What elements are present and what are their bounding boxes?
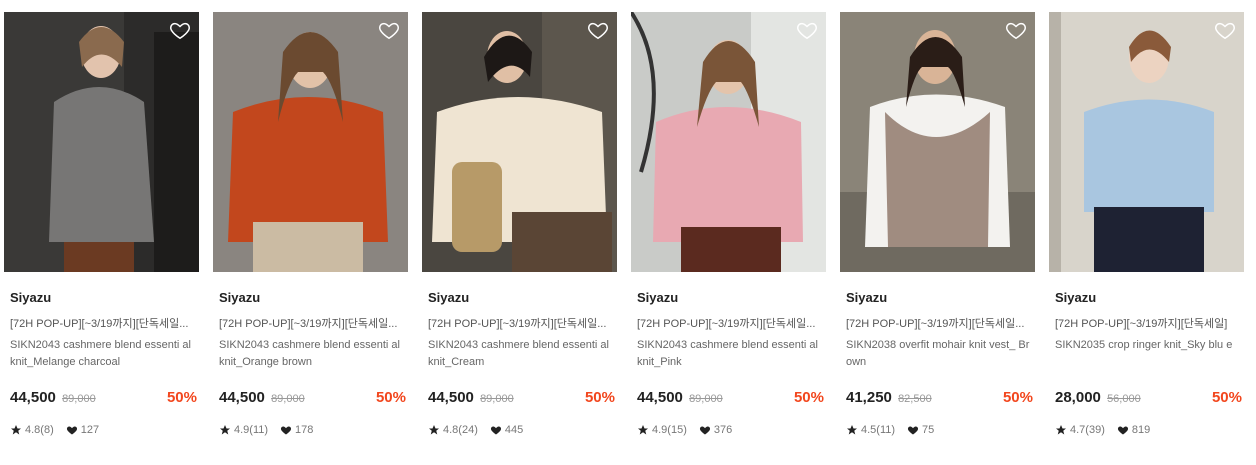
- heart-icon: [699, 424, 711, 436]
- like-count: 376: [713, 424, 733, 436]
- like-count: 75: [922, 424, 935, 436]
- brand-name[interactable]: Siyazu: [428, 290, 469, 305]
- original-price: 89,000: [689, 393, 723, 405]
- product-image[interactable]: [422, 12, 617, 272]
- product-description[interactable]: SIKN2043 cashmere blend essenti al knit_…: [637, 337, 825, 371]
- sale-price: 41,250: [846, 389, 892, 406]
- product-meta: 4.8(8) 127: [10, 424, 99, 436]
- price: 41,250 82,500: [846, 389, 932, 406]
- original-price: 89,000: [480, 393, 514, 405]
- rating: 4.5(11): [861, 424, 896, 436]
- original-price: 89,000: [271, 393, 305, 405]
- product-image[interactable]: [631, 12, 826, 272]
- heart-icon: [280, 424, 292, 436]
- star-icon: [10, 424, 22, 436]
- product-meta: 4.9(15) 376: [637, 424, 732, 436]
- wishlist-heart-icon[interactable]: [796, 19, 818, 41]
- price: 44,500 89,000: [428, 389, 514, 406]
- product-title[interactable]: [72H POP-UP][~3/19까지][단독세일...: [637, 315, 825, 331]
- heart-icon: [66, 424, 78, 436]
- heart-icon: [907, 424, 919, 436]
- price: 44,500 89,000: [637, 389, 723, 406]
- sale-price: 28,000: [1055, 389, 1101, 406]
- product-description[interactable]: SIKN2043 cashmere blend essenti al knit_…: [10, 337, 198, 371]
- sale-price: 44,500: [637, 389, 683, 406]
- original-price: 89,000: [62, 393, 96, 405]
- product-image[interactable]: [1049, 12, 1244, 272]
- brand-name[interactable]: Siyazu: [10, 290, 51, 305]
- product-card[interactable]: Siyazu [72H POP-UP][~3/19까지][단독세일... SIK…: [631, 12, 826, 457]
- product-title[interactable]: [72H POP-UP][~3/19까지][단독세일]: [1055, 315, 1243, 331]
- brand-name[interactable]: Siyazu: [846, 290, 887, 305]
- product-card[interactable]: Siyazu [72H POP-UP][~3/19까지][단독세일... SIK…: [840, 12, 1035, 457]
- price: 44,500 89,000: [10, 389, 96, 406]
- like-count: 819: [1131, 424, 1151, 436]
- product-meta: 4.9(11) 178: [219, 424, 313, 436]
- like-count: 178: [295, 424, 314, 436]
- wishlist-heart-icon[interactable]: [1005, 19, 1027, 41]
- sale-price: 44,500: [428, 389, 474, 406]
- rating: 4.8(8): [25, 424, 54, 436]
- star-icon: [219, 424, 231, 436]
- discount-rate: 50%: [793, 389, 824, 406]
- heart-icon: [490, 424, 502, 436]
- rating: 4.9(11): [234, 424, 269, 436]
- product-card[interactable]: Siyazu [72H POP-UP][~3/19까지][단독세일... SIK…: [4, 12, 199, 457]
- sale-price: 44,500: [219, 389, 265, 406]
- wishlist-heart-icon[interactable]: [378, 19, 400, 41]
- brand-name[interactable]: Siyazu: [637, 290, 678, 305]
- product-card[interactable]: Siyazu [72H POP-UP][~3/19까지][단독세일... SIK…: [422, 12, 617, 457]
- discount-rate: 50%: [584, 389, 615, 406]
- product-title[interactable]: [72H POP-UP][~3/19까지][단독세일...: [10, 315, 198, 331]
- price: 44,500 89,000: [219, 389, 305, 406]
- rating: 4.8(24): [443, 424, 478, 436]
- discount-rate: 50%: [1002, 389, 1033, 406]
- rating: 4.9(15): [652, 424, 687, 436]
- product-description[interactable]: SIKN2038 overfit mohair knit vest_ Brown: [846, 337, 1034, 371]
- discount-rate: 50%: [166, 389, 197, 406]
- wishlist-heart-icon[interactable]: [169, 19, 191, 41]
- product-image[interactable]: [213, 12, 408, 272]
- like-count: 127: [80, 424, 100, 436]
- star-icon: [846, 424, 858, 436]
- product-title[interactable]: [72H POP-UP][~3/19까지][단독세일...: [846, 315, 1034, 331]
- heart-icon: [1117, 424, 1129, 436]
- discount-rate: 50%: [1211, 389, 1242, 406]
- wishlist-heart-icon[interactable]: [1214, 19, 1236, 41]
- original-price: 82,500: [898, 393, 932, 405]
- star-icon: [637, 424, 649, 436]
- sale-price: 44,500: [10, 389, 56, 406]
- product-meta: 4.8(24) 445: [428, 424, 523, 436]
- product-title[interactable]: [72H POP-UP][~3/19까지][단독세일...: [219, 315, 407, 331]
- brand-name[interactable]: Siyazu: [219, 290, 260, 305]
- product-meta: 4.5(11) 75: [846, 424, 934, 436]
- product-description[interactable]: SIKN2043 cashmere blend essenti al knit_…: [428, 337, 616, 371]
- rating: 4.7(39): [1070, 424, 1105, 436]
- product-card[interactable]: Siyazu [72H POP-UP][~3/19까지][단독세일] SIKN2…: [1049, 12, 1244, 457]
- product-image[interactable]: [4, 12, 199, 272]
- brand-name[interactable]: Siyazu: [1055, 290, 1096, 305]
- product-image[interactable]: [840, 12, 1035, 272]
- original-price: 56,000: [1107, 393, 1141, 405]
- product-description[interactable]: SIKN2043 cashmere blend essenti al knit_…: [219, 337, 407, 371]
- like-count: 445: [504, 424, 524, 436]
- price: 28,000 56,000: [1055, 389, 1141, 406]
- star-icon: [428, 424, 440, 436]
- product-meta: 4.7(39) 819: [1055, 424, 1150, 436]
- product-card[interactable]: Siyazu [72H POP-UP][~3/19까지][단독세일... SIK…: [213, 12, 408, 457]
- wishlist-heart-icon[interactable]: [587, 19, 609, 41]
- product-grid: Siyazu [72H POP-UP][~3/19까지][단독세일... SIK…: [0, 0, 1256, 465]
- star-icon: [1055, 424, 1067, 436]
- product-title[interactable]: [72H POP-UP][~3/19까지][단독세일...: [428, 315, 616, 331]
- product-description[interactable]: SIKN2035 crop ringer knit_Sky blu e: [1055, 337, 1243, 354]
- discount-rate: 50%: [375, 389, 406, 406]
